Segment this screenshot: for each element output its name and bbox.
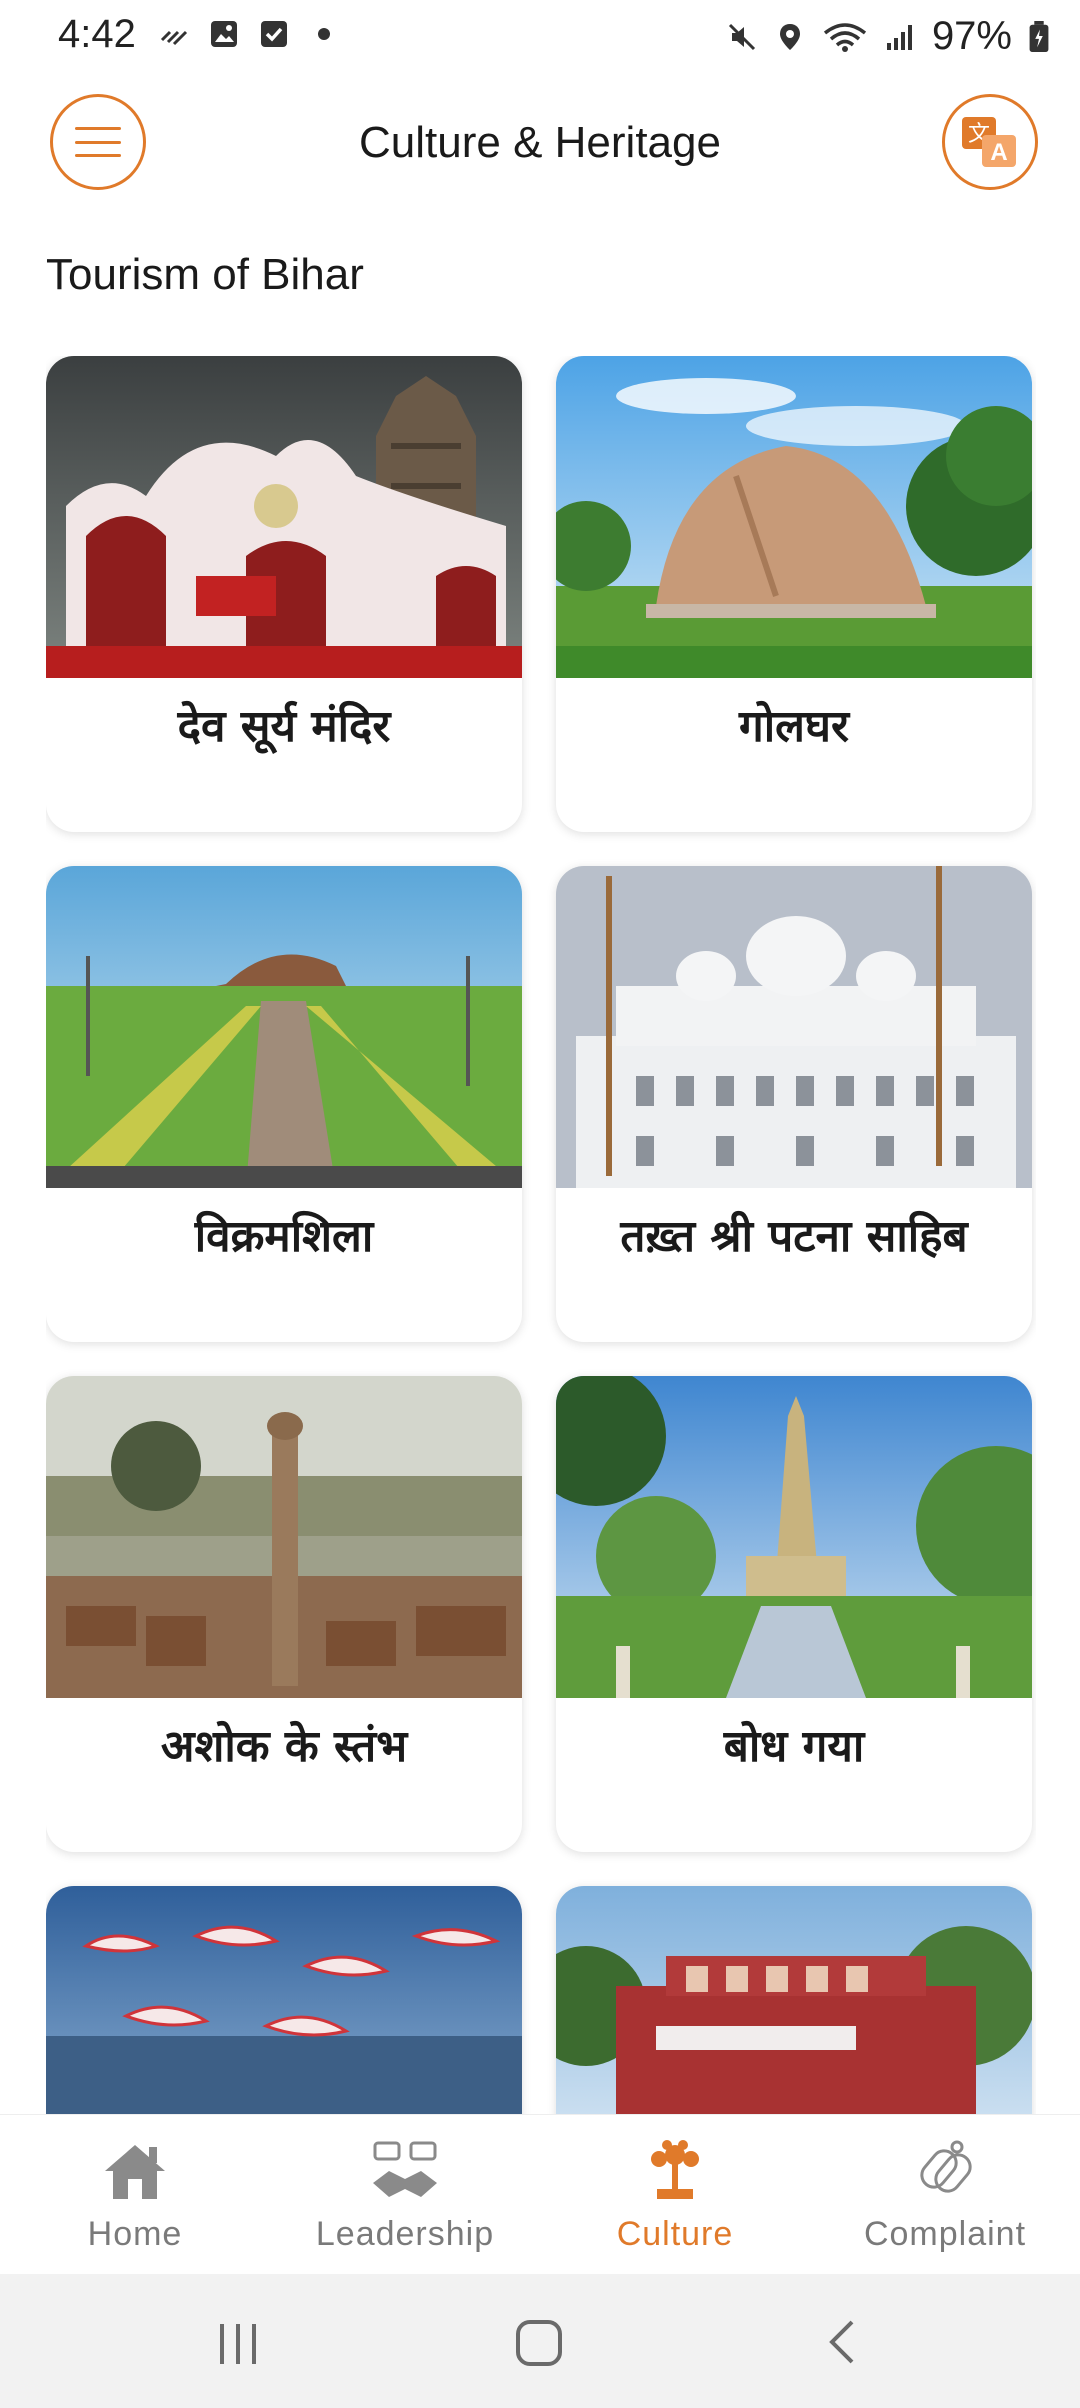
back-icon[interactable] bbox=[816, 2314, 872, 2370]
translate-icon: 文 A bbox=[962, 117, 1016, 167]
battery-icon bbox=[1029, 20, 1049, 52]
cell-signal-icon bbox=[886, 24, 912, 50]
nav-culture[interactable]: Culture bbox=[540, 2139, 810, 2254]
card-ashoka-pillar[interactable]: अशोक के स्तंभ bbox=[46, 1376, 522, 1852]
location-icon bbox=[779, 23, 800, 50]
deo-surya-temple-photo bbox=[46, 356, 522, 678]
complaint-icon bbox=[920, 2140, 972, 2193]
card-label: बोध गया bbox=[723, 1721, 865, 1772]
system-navigation-bar bbox=[0, 2274, 1080, 2408]
bottom-navigation: Home Leadership Culture Complaint bbox=[0, 2114, 1080, 2275]
card-golghar[interactable]: गोलघर bbox=[556, 356, 1032, 832]
golghar-photo bbox=[556, 356, 1032, 678]
nav-leadership[interactable]: Leadership bbox=[270, 2139, 540, 2254]
status-bar: 4:42 97% bbox=[0, 0, 1080, 72]
nav-label: Leadership bbox=[315, 2215, 495, 2253]
card-deo-surya-mandir[interactable]: देव सूर्य मंदिर bbox=[46, 356, 522, 832]
card-vikramshila[interactable]: विक्रमशिला bbox=[46, 866, 522, 1342]
nav-home[interactable]: Home bbox=[0, 2139, 270, 2254]
app-bar: Culture & Heritage 文 A bbox=[0, 88, 1080, 206]
mute-icon bbox=[728, 23, 755, 50]
card-label: देव सूर्य मंदिर bbox=[177, 701, 391, 752]
signal-scribble-icon bbox=[160, 30, 188, 46]
recents-icon[interactable] bbox=[210, 2314, 266, 2370]
ashoka-pillar-photo bbox=[46, 1376, 522, 1698]
card-label: गोलघर bbox=[739, 701, 849, 752]
page-title: Culture & Heritage bbox=[359, 118, 721, 167]
card-takht-sri-patna-sahib[interactable]: तख़्त श्री पटना साहिब bbox=[556, 866, 1032, 1342]
flamingos-photo bbox=[46, 1886, 522, 2116]
card-red-building[interactable] bbox=[556, 1886, 1032, 2116]
status-right-icons: 97% bbox=[726, 14, 1050, 59]
status-time: 4:42 bbox=[58, 12, 136, 56]
translate-button[interactable]: 文 A bbox=[942, 94, 1038, 190]
nav-label: Home bbox=[87, 2215, 183, 2253]
nav-label: Complaint bbox=[863, 2215, 1027, 2253]
battery-percent: 97% bbox=[931, 14, 1012, 58]
red-building-photo bbox=[556, 1886, 1032, 2116]
gallery-icon bbox=[211, 21, 237, 47]
section-title: Tourism of Bihar bbox=[46, 250, 364, 299]
card-label: तख़्त श्री पटना साहिब bbox=[620, 1211, 968, 1262]
nav-label: Culture bbox=[616, 2215, 734, 2253]
leadership-icon bbox=[373, 2141, 437, 2197]
card-flamingos[interactable] bbox=[46, 1886, 522, 2116]
svg-text:A: A bbox=[990, 139, 1007, 166]
nav-complaint[interactable]: Complaint bbox=[810, 2139, 1080, 2254]
dot-icon bbox=[318, 28, 330, 40]
home-icon bbox=[105, 2145, 165, 2199]
card-bodh-gaya[interactable]: बोध गया bbox=[556, 1376, 1032, 1852]
home-circle-icon[interactable] bbox=[512, 2314, 568, 2370]
status-left-icons bbox=[158, 18, 340, 50]
card-label: विक्रमशिला bbox=[194, 1211, 374, 1262]
card-label: अशोक के स्तंभ bbox=[160, 1721, 408, 1772]
vikramshila-photo bbox=[46, 866, 522, 1188]
wifi-icon bbox=[823, 22, 867, 52]
checkbox-icon bbox=[261, 21, 287, 47]
takht-sri-patna-sahib-photo bbox=[556, 866, 1032, 1188]
culture-icon bbox=[651, 2140, 699, 2199]
tourism-grid: देव सूर्य मंदिर गोलघर विक्रमशिला तख़्त श… bbox=[46, 356, 1036, 2116]
bodh-gaya-photo bbox=[556, 1376, 1032, 1698]
